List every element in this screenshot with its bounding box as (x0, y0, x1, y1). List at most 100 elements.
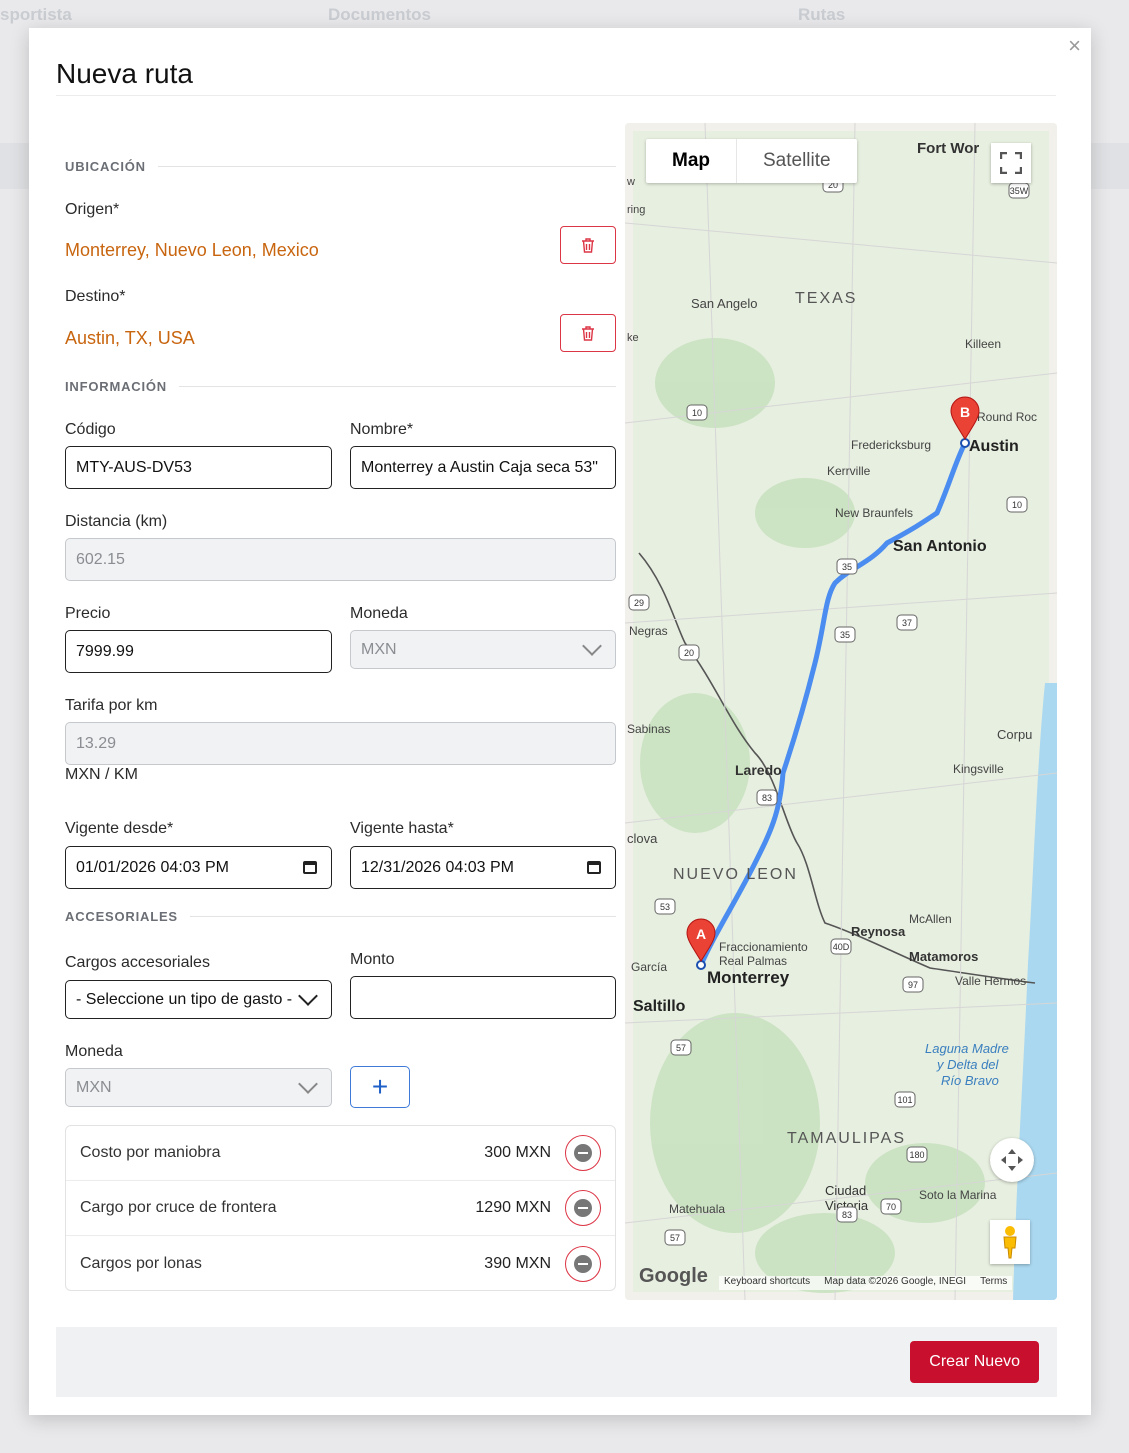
add-accesorial-button[interactable]: + (350, 1066, 410, 1108)
highway-shield-label: 40D (833, 942, 850, 952)
highway-shield-label: 35 (840, 630, 850, 640)
list-item: Cargo por cruce de frontera 1290 MXN (66, 1181, 615, 1236)
remove-accesorial-button[interactable] (565, 1190, 601, 1226)
camera-control-button[interactable] (990, 1138, 1034, 1182)
keyboard-shortcuts-link[interactable]: Keyboard shortcuts (724, 1276, 810, 1290)
vigente-desde-input[interactable]: 01/01/2026 04:03 PM (65, 846, 332, 889)
section-informacion-label: INFORMACIÓN (65, 379, 167, 394)
map-label-laguna-3: Río Bravo (941, 1073, 999, 1088)
codigo-label: Código (65, 421, 116, 438)
section-informacion: INFORMACIÓN (65, 379, 616, 394)
accesorial-moneda-value: MXN (76, 1078, 112, 1096)
highway-shield-label: 70 (886, 1202, 896, 1212)
nombre-label: Nombre* (350, 421, 414, 438)
section-ubicacion-label: UBICACIÓN (65, 159, 146, 174)
minus-circle-icon (574, 1254, 592, 1273)
monto-input[interactable] (350, 976, 616, 1019)
accesoriales-list: Costo por maniobra 300 MXN Cargo por cru… (65, 1125, 616, 1291)
map-type-satellite-button[interactable]: Satellite (737, 139, 857, 183)
map-label-valle-hermoso: Valle Hermos (955, 974, 1026, 988)
highway-shield-label: 35W (1010, 186, 1029, 196)
marker-a-label: A (696, 926, 706, 942)
tarifa-unit: MXN / KM (65, 766, 138, 783)
moneda-select-value: MXN (361, 640, 397, 658)
calendar-icon[interactable] (303, 861, 317, 874)
section-accesoriales-label: ACCESORIALES (65, 909, 178, 924)
tarifa-label: Tarifa por km (65, 697, 158, 714)
moneda-select[interactable]: MXN (350, 630, 616, 669)
accesorial-amount: 390 MXN (484, 1254, 551, 1272)
map-label-san-angelo: San Angelo (691, 296, 758, 311)
calendar-icon[interactable] (587, 861, 601, 874)
bg-tab-documentos: Documentos (328, 5, 431, 24)
map-label-garcia: García (631, 960, 667, 974)
accesorial-name: Costo por maniobra (80, 1144, 221, 1161)
cargos-select[interactable]: - Seleccione un tipo de gasto - (65, 980, 332, 1019)
map-label-laguna-2: y Delta del (936, 1057, 1000, 1072)
precio-label: Precio (65, 605, 111, 622)
section-accesoriales: ACCESORIALES (65, 909, 616, 924)
cargos-select-value: - Seleccione un tipo de gasto - (76, 990, 293, 1008)
title-divider (56, 95, 1056, 96)
trash-icon (582, 237, 594, 253)
map-label-round-rock: Round Roc (977, 410, 1037, 424)
remove-accesorial-button[interactable] (565, 1135, 601, 1171)
fullscreen-button[interactable] (991, 143, 1031, 183)
new-route-modal: × Nueva ruta UBICACIÓN Origen* Monterrey… (29, 28, 1091, 1415)
highway-shield-label: 29 (634, 598, 644, 608)
tarifa-input[interactable]: 13.29 (65, 722, 616, 765)
accesorial-moneda-select[interactable]: MXN (65, 1068, 332, 1107)
route-map[interactable]: w ring ke Fort Wor San Angelo TEXAS Kill… (625, 123, 1057, 1300)
map-label-kingsville: Kingsville (953, 762, 1004, 776)
map-label-ciudad-victoria-1: Ciudad (825, 1183, 866, 1198)
map-type-toggle: Map Satellite (646, 139, 857, 183)
map-label-negras: Negras (629, 624, 668, 638)
monto-label: Monto (350, 951, 395, 968)
highway-shield-label: 37 (902, 618, 912, 628)
map-label-matamoros: Matamoros (909, 949, 978, 964)
highway-shield-label: 97 (908, 980, 918, 990)
chevron-down-icon (582, 636, 602, 656)
distancia-label: Distancia (km) (65, 513, 168, 530)
codigo-input[interactable]: MTY-AUS-DV53 (65, 446, 332, 489)
vigente-hasta-label: Vigente hasta* (350, 820, 454, 837)
fullscreen-icon (1000, 152, 1022, 174)
map-label-nuevo-leon: NUEVO LEON (673, 866, 798, 883)
modal-footer: Crear Nuevo (56, 1327, 1057, 1397)
highway-shield-label: 57 (676, 1043, 686, 1053)
camera-control-icon (1001, 1149, 1023, 1171)
distancia-input[interactable]: 602.15 (65, 538, 616, 581)
crear-nuevo-button[interactable]: Crear Nuevo (910, 1341, 1039, 1383)
chevron-down-icon (298, 986, 318, 1006)
street-view-button[interactable] (990, 1220, 1030, 1264)
list-item: Cargos por lonas 390 MXN (66, 1236, 615, 1291)
vigente-hasta-input[interactable]: 12/31/2026 04:03 PM (350, 846, 616, 889)
accesorial-amount: 300 MXN (484, 1144, 551, 1161)
map-label-soto-la-marina: Soto la Marina (919, 1188, 997, 1202)
trash-icon (582, 325, 594, 341)
terms-link[interactable]: Terms (980, 1276, 1007, 1290)
map-label-reynosa: Reynosa (851, 924, 906, 939)
map-label-clova: clova (627, 831, 658, 846)
map-label-fort-worth: Fort Wor (917, 140, 979, 157)
precio-input[interactable]: 7999.99 (65, 630, 332, 673)
map-label-new-braunfels: New Braunfels (835, 506, 913, 520)
highway-shield-label: 101 (897, 1095, 912, 1105)
background-tabs: sportista Documentos Rutas (0, 0, 1129, 28)
map-label-san-antonio: San Antonio (893, 538, 987, 555)
map-canvas[interactable]: w ring ke Fort Wor San Angelo TEXAS Kill… (625, 123, 1057, 1300)
accesorial-name: Cargo por cruce de frontera (80, 1199, 277, 1216)
map-label-laredo: Laredo (735, 762, 782, 778)
map-data-text: Map data ©2026 Google, INEGI (824, 1276, 967, 1287)
remove-accesorial-button[interactable] (565, 1245, 601, 1282)
map-label-sabinas: Sabinas (627, 722, 670, 736)
vigente-desde-value: 01/01/2026 04:03 PM (76, 858, 230, 876)
bg-tab-rutas: Rutas (798, 5, 846, 24)
highway-shield-label: 35 (842, 562, 852, 572)
close-icon[interactable]: × (1068, 33, 1081, 59)
nombre-input[interactable]: Monterrey a Austin Caja seca 53" (350, 446, 616, 489)
delete-origen-button[interactable] (560, 226, 616, 264)
delete-destino-button[interactable] (560, 314, 616, 352)
map-type-map-button[interactable]: Map (646, 139, 737, 183)
highway-shield-label: 83 (842, 1210, 852, 1220)
